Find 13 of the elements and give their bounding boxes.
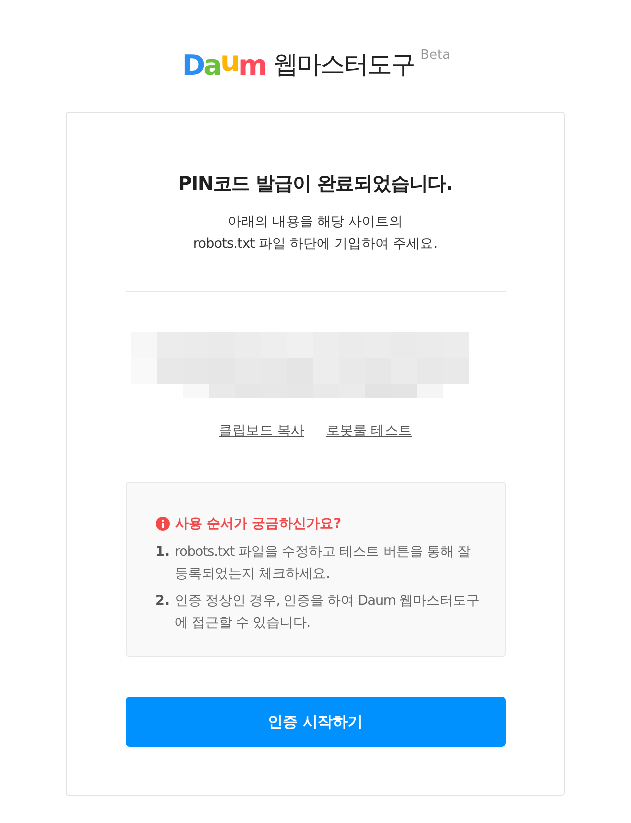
text-link[interactable]: 로봇룰 테스트 xyxy=(326,421,412,441)
info-icon xyxy=(156,517,170,531)
card-title: PIN코드 발급이 완료되었습니다. xyxy=(178,172,453,197)
step-text: robots.txt 파일을 수정하고 테스트 버튼을 통해 잘 등록되었는지 체크하세요. xyxy=(175,543,472,584)
product-name: 웹마스터도구 xyxy=(274,49,415,81)
instruction-text: 아래의 내용을 해당 사이트의 robots.txt 파일 하단에 기입하여 주세요. xyxy=(193,213,438,254)
step-number: 1. xyxy=(156,543,170,562)
beta-label: Beta xyxy=(420,48,451,63)
daum-logo: Daum xyxy=(182,51,266,81)
text-link[interactable]: 클립보드 복사 xyxy=(219,421,304,441)
step-text: 인증 정상인 경우, 인증을 하여 Daum 웹마스터도구에 접근할 수 있습니다. xyxy=(175,592,482,633)
help-title: 사용 순서가 궁금하신가요? xyxy=(176,515,342,534)
step-number: 2. xyxy=(156,592,170,611)
